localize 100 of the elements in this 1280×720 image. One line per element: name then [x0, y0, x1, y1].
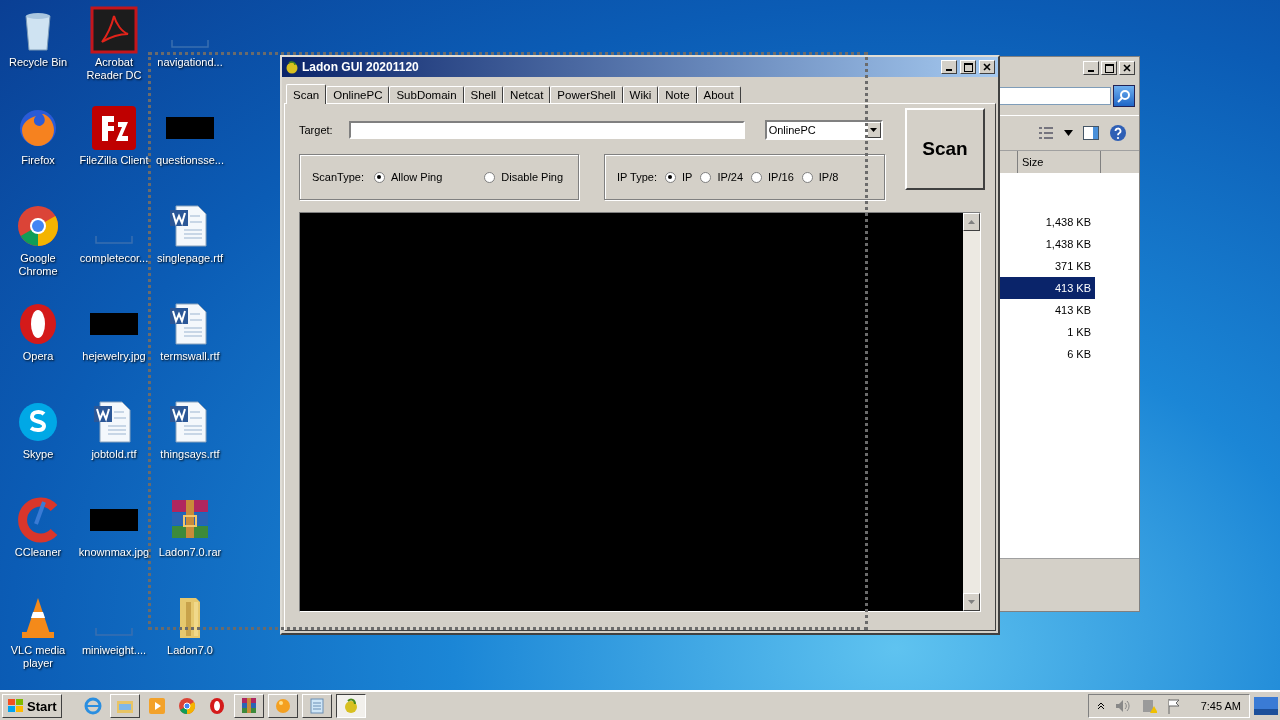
- flag-icon[interactable]: [1166, 698, 1181, 714]
- desktop-icon-label: Skype: [22, 448, 54, 461]
- desktop-icon[interactable]: Acrobat Reader DC: [76, 6, 152, 104]
- desktop-icon[interactable]: Opera: [0, 300, 76, 398]
- desktop-icon[interactable]: Recycle Bin: [0, 6, 76, 104]
- file-size-cell[interactable]: 1 KB: [999, 321, 1095, 343]
- search-field[interactable]: [999, 87, 1111, 105]
- desktop-icon-label: Acrobat Reader DC: [85, 56, 143, 82]
- desktop-icon-label: thingsays.rtf: [160, 448, 220, 461]
- close-button[interactable]: [979, 60, 995, 74]
- close-button[interactable]: [1119, 61, 1135, 75]
- desktop-icon[interactable]: Skype: [0, 398, 76, 496]
- minimize-button[interactable]: [941, 60, 957, 74]
- tab[interactable]: Netcat: [503, 86, 551, 103]
- file-size-cell[interactable]: 1,438 KB: [999, 233, 1095, 255]
- orb-icon: [273, 697, 292, 715]
- opera-icon: [207, 697, 226, 715]
- desktop-icon[interactable]: jobtold.rtf: [76, 398, 152, 496]
- module-dropdown[interactable]: OnlinePC: [764, 120, 883, 140]
- desktop-icon[interactable]: CCleaner: [0, 496, 76, 594]
- archive-books-icon: [239, 697, 258, 715]
- desktop-icon[interactable]: hejewelry.jpg: [76, 300, 152, 398]
- desktop-icon-label: termswall.rtf: [160, 350, 220, 363]
- desktop-icon-label: FileZilla Client: [79, 154, 149, 167]
- radio-option[interactable]: IP/16: [751, 171, 794, 183]
- taskbar-button[interactable]: [335, 694, 366, 718]
- maximize-button[interactable]: [1101, 61, 1117, 75]
- file-size-cell[interactable]: 371 KB: [999, 255, 1095, 277]
- blank-file-icon: [171, 40, 209, 48]
- radio-option[interactable]: IP/8: [801, 171, 839, 183]
- up-arrow-icon[interactable]: [968, 220, 975, 224]
- desktop-icon[interactable]: FileZilla Client: [76, 104, 152, 202]
- notepad-icon: [307, 697, 326, 715]
- scan-button[interactable]: Scan: [905, 108, 985, 190]
- acrobat-icon: [90, 6, 138, 54]
- desktop-icon-label: jobtold.rtf: [91, 448, 137, 461]
- internet-explorer-icon: [83, 697, 102, 715]
- scrollbar[interactable]: [963, 213, 980, 611]
- radio-option[interactable]: IP/24: [700, 171, 744, 183]
- play-icon: [147, 697, 166, 715]
- caret-icon: [870, 128, 878, 132]
- tab[interactable]: PowerShell: [550, 86, 623, 103]
- tab[interactable]: Scan: [286, 84, 327, 104]
- redacted-image-icon: [90, 509, 138, 531]
- tab[interactable]: Wiki: [622, 86, 659, 103]
- tab[interactable]: Shell: [463, 86, 504, 103]
- desktop-icon[interactable]: termswall.rtf: [152, 300, 228, 398]
- radio-option[interactable]: IP: [664, 171, 693, 183]
- desktop-icon[interactable]: completecor...: [76, 202, 152, 300]
- desktop-icon-label: CCleaner: [14, 546, 62, 559]
- file-size-cell[interactable]: 6 KB: [999, 343, 1095, 365]
- desktop-icon[interactable]: questionsse...: [152, 104, 228, 202]
- tab[interactable]: About: [696, 86, 741, 103]
- file-size-cell[interactable]: 413 KB: [999, 299, 1095, 321]
- desktop-icon[interactable]: Ladon7.0: [152, 594, 228, 692]
- minimize-button[interactable]: [1083, 61, 1099, 75]
- desktop-icon[interactable]: thingsays.rtf: [152, 398, 228, 496]
- file-size-cell[interactable]: 1,438 KB: [999, 211, 1095, 233]
- filezilla-icon: [90, 104, 138, 152]
- desktop-icon[interactable]: knownmax.jpg: [76, 496, 152, 594]
- redacted-image-icon: [166, 117, 214, 139]
- tab[interactable]: SubDomain: [389, 86, 464, 103]
- start-button[interactable]: Start: [2, 694, 62, 718]
- desktop-icon-label: miniweight....: [81, 644, 147, 657]
- desktop-icon-label: knownmax.jpg: [78, 546, 150, 559]
- close-icon: [983, 63, 991, 71]
- group-label: ScanType:: [312, 171, 364, 183]
- desktop-icon-label: Recycle Bin: [8, 56, 68, 69]
- caret-icon[interactable]: [1064, 130, 1073, 136]
- desktop-icon-label: completecor...: [79, 252, 149, 265]
- desktop-icon-label: VLC media player: [9, 644, 67, 670]
- desktop-icon[interactable]: navigationd...: [152, 6, 228, 104]
- desktop-icon-label: questionsse...: [156, 154, 224, 167]
- search-button[interactable]: [1113, 85, 1135, 107]
- desktop-icon[interactable]: VLC media player: [0, 594, 76, 692]
- tab[interactable]: OnlinePC: [326, 86, 390, 103]
- desktop-icon[interactable]: Google Chrome: [0, 202, 76, 300]
- down-arrow-icon[interactable]: [968, 600, 975, 604]
- chevron-up-icon[interactable]: [1096, 702, 1105, 710]
- preview-pane-icon[interactable]: [1083, 126, 1099, 140]
- maximize-icon: [1104, 63, 1114, 73]
- desktop-icon-label: Opera: [22, 350, 54, 363]
- desktop-icon[interactable]: Firefox: [0, 104, 76, 202]
- close-icon: [1123, 64, 1131, 72]
- desktop-icon-label: Firefox: [21, 154, 55, 167]
- desktop-icon[interactable]: miniweight....: [76, 594, 152, 692]
- window-title: Ladon GUI 20201120: [302, 60, 420, 74]
- tab[interactable]: Note: [658, 86, 697, 103]
- view-list-icon[interactable]: [1038, 126, 1054, 140]
- desktop-icon-label: Google Chrome: [17, 252, 59, 278]
- clock[interactable]: 7:45 AM: [1200, 700, 1241, 712]
- radio-option[interactable]: Disable Ping: [484, 171, 564, 183]
- redacted-image-icon: [90, 313, 138, 335]
- desktop-icon[interactable]: singlepage.rtf: [152, 202, 228, 300]
- file-size-cell[interactable]: 413 KB: [999, 277, 1095, 299]
- radio-option[interactable]: Allow Ping: [374, 171, 443, 183]
- desktop-icon[interactable]: Ladon7.0.rar: [152, 496, 228, 594]
- target-field[interactable]: [348, 121, 745, 139]
- help-icon[interactable]: [1109, 124, 1127, 142]
- maximize-button[interactable]: [960, 60, 976, 74]
